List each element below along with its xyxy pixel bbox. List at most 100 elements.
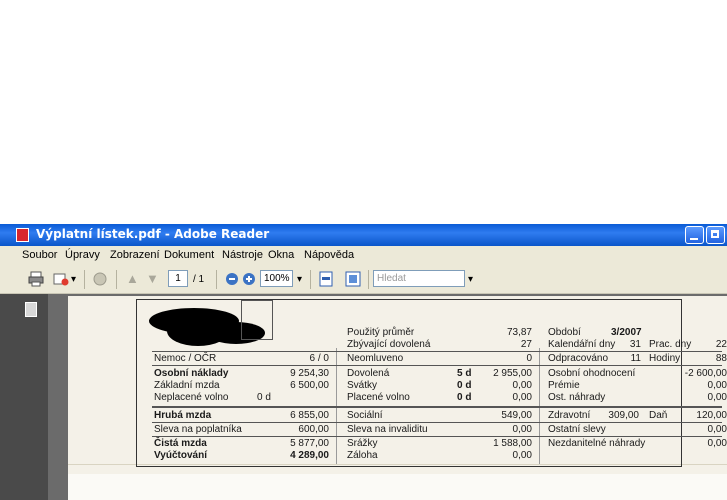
tax-value: 120,00 — [696, 410, 727, 421]
other-discounts-value: 0,00 — [707, 424, 727, 435]
other-discounts-label: Ostatní slevy — [548, 424, 606, 435]
hours-label: Hodiny — [649, 353, 681, 364]
personal-evaluation-label: Osobní ohodnocení — [548, 368, 636, 379]
page-margin — [68, 474, 727, 500]
navigation-pane — [0, 294, 48, 500]
worked-days-value: 11 — [630, 353, 641, 364]
paid-leave-value: 0,00 — [512, 392, 532, 403]
selection-box — [241, 300, 273, 340]
unexcused-label: Neomluveno — [347, 353, 404, 364]
zoom-level-input[interactable]: 100% — [260, 270, 293, 287]
advance-label: Záloha — [347, 450, 378, 461]
title-bar[interactable]: Výplatní lístek.pdf - Adobe Reader — [0, 224, 727, 246]
nontaxable-compensation-label: Nezdanitelné náhrady — [548, 438, 646, 449]
minimize-button[interactable] — [685, 226, 704, 244]
unpaid-leave-label: Neplacené volno — [154, 392, 229, 403]
settlement-label: Vyúčtování — [154, 450, 207, 461]
base-wage-value: 6 500,00 — [290, 380, 329, 391]
search-input[interactable]: Hledat — [373, 270, 465, 287]
toolbar-separator — [216, 270, 217, 289]
gross-wage-value: 6 855,00 — [290, 410, 329, 421]
personal-costs-value: 9 254,30 — [290, 368, 329, 379]
personal-evaluation-value: -2 600,00 — [684, 368, 727, 379]
deductions-label: Srážky — [347, 438, 378, 449]
disability-discount-value: 0,00 — [512, 424, 532, 435]
tax-label: Daň — [649, 410, 668, 421]
hand-tool-icon[interactable] — [92, 271, 108, 287]
remaining-leave-label: Zbývající dovolená — [347, 339, 431, 350]
row-divider — [152, 406, 722, 408]
row-divider — [152, 365, 722, 366]
used-average-label: Použitý průměr — [347, 327, 415, 338]
toolbar-separator — [84, 270, 85, 289]
menu-upravy[interactable]: Úpravy — [65, 249, 100, 261]
email-dropdown-icon[interactable]: ▾ — [71, 274, 76, 285]
zoom-dropdown-icon[interactable]: ▾ — [297, 274, 302, 285]
unpaid-leave-days: 0 d — [257, 392, 271, 403]
bonus-value: 0,00 — [707, 380, 727, 391]
zoom-in-icon[interactable] — [241, 271, 257, 287]
toolbar-separator — [116, 270, 117, 289]
calendar-days-label: Kalendářní dny — [548, 339, 616, 350]
search-dropdown-icon[interactable]: ▾ — [468, 274, 473, 285]
vacation-value: 2 955,00 — [493, 368, 532, 379]
period-label: Období — [548, 327, 581, 338]
toolbar-separator — [310, 270, 311, 289]
menu-dokument[interactable]: Dokument — [164, 249, 214, 261]
row-divider — [152, 436, 722, 437]
settlement-value: 4 289,00 — [290, 450, 329, 461]
social-insurance-value: 549,00 — [501, 410, 532, 421]
page-number-input[interactable]: 1 — [168, 270, 188, 287]
zoom-out-icon[interactable] — [224, 271, 240, 287]
work-days-value: 22 — [715, 339, 727, 350]
email-icon[interactable] — [53, 271, 69, 287]
nontaxable-compensation-value: 0,00 — [707, 438, 727, 449]
fit-width-icon[interactable] — [345, 271, 361, 287]
unexcused-value: 0 — [526, 353, 532, 364]
net-wage-value: 5 877,00 — [290, 438, 329, 449]
period-value: 3/2007 — [611, 327, 642, 338]
next-page-icon[interactable]: ▼ — [146, 271, 159, 286]
taxpayer-discount-label: Sleva na poplatníka — [154, 424, 242, 435]
net-wage-label: Čistá mzda — [154, 438, 207, 449]
health-insurance-label: Zdravotní — [548, 410, 591, 421]
bonus-label: Prémie — [548, 380, 580, 391]
calendar-days-value: 31 — [629, 339, 641, 350]
vacation-label: Dovolená — [347, 368, 390, 379]
advance-value: 0,00 — [512, 450, 532, 461]
fit-page-icon[interactable] — [318, 271, 334, 287]
row-divider — [152, 351, 722, 352]
holidays-days: 0 d — [457, 380, 472, 391]
page-total: / 1 — [193, 274, 205, 285]
menu-soubor[interactable]: Soubor — [22, 249, 57, 261]
worked-label: Odpracováno — [548, 353, 609, 364]
menu-bar: Soubor Úpravy Zobrazení Dokument Nástroj… — [0, 246, 727, 265]
menu-nastroje[interactable]: Nástroje — [222, 249, 263, 261]
toolbar-separator — [368, 270, 369, 289]
other-compensation-value: 0,00 — [707, 392, 727, 403]
menu-zobrazeni[interactable]: Zobrazení — [110, 249, 160, 261]
previous-page-icon[interactable]: ▲ — [126, 271, 139, 286]
pdf-file-icon — [16, 228, 29, 242]
toolbar: ▾ ▲ ▼ 1 / 1 100% ▾ Hledat ▾ — [0, 266, 727, 294]
print-icon[interactable] — [28, 271, 44, 287]
holidays-label: Svátky — [347, 380, 378, 391]
menu-okna[interactable]: Okna — [268, 249, 294, 261]
work-days-label: Prac. dny — [649, 339, 692, 350]
window-title: Výplatní lístek.pdf - Adobe Reader — [36, 227, 270, 241]
holidays-value: 0,00 — [512, 380, 532, 391]
other-compensation-label: Ost. náhrady — [548, 392, 606, 403]
hours-value: 88 — [715, 353, 727, 364]
health-insurance-value: 309,00 — [608, 410, 639, 421]
paid-leave-label: Placené volno — [347, 392, 410, 403]
document-area[interactable]: Použitý průměr 73,87 Zbývající dovolená … — [48, 294, 727, 500]
pdf-page: Použitý průměr 73,87 Zbývající dovolená … — [68, 296, 727, 500]
sick-value: 6 / 0 — [309, 353, 329, 364]
vacation-days: 5 d — [457, 368, 472, 379]
menu-napoveda[interactable]: Nápověda — [304, 249, 354, 261]
payslip-table: Použitý průměr 73,87 Zbývající dovolená … — [136, 299, 727, 467]
maximize-button[interactable] — [706, 226, 725, 244]
pages-panel-icon[interactable] — [25, 302, 37, 317]
personal-costs-label: Osobní náklady — [154, 368, 229, 379]
disability-discount-label: Sleva na invaliditu — [347, 424, 428, 435]
